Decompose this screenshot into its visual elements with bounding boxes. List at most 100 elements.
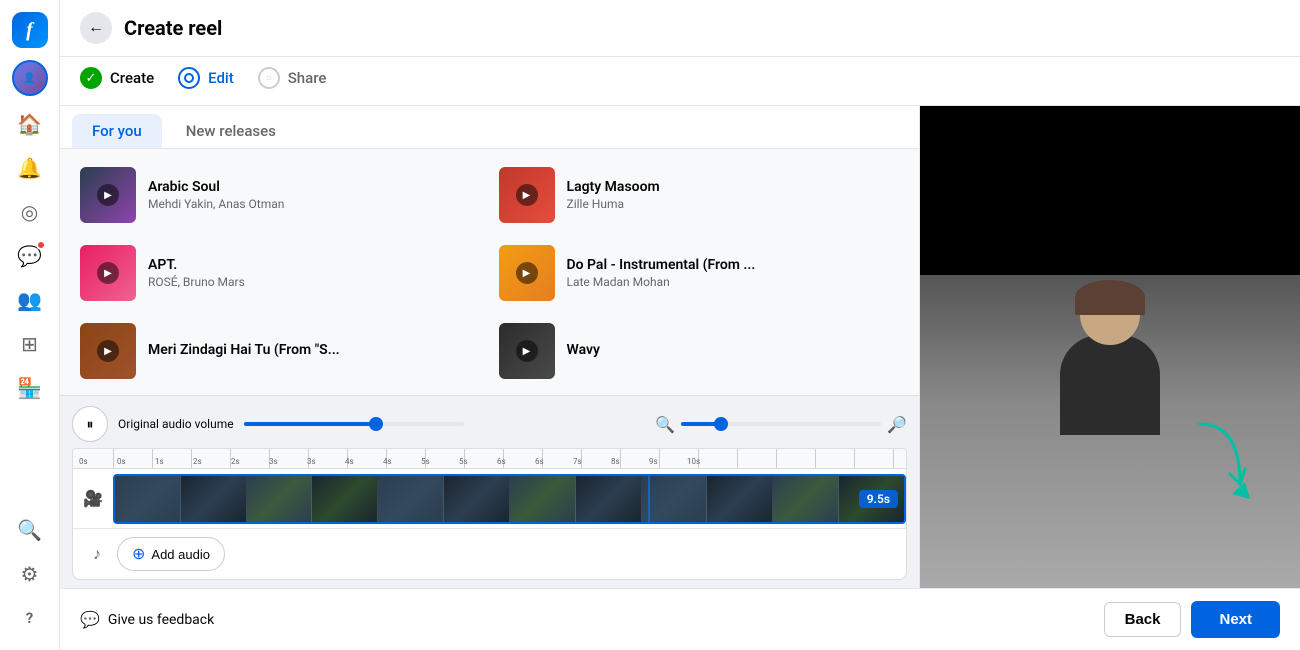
step-create-circle: ✓ [80,67,102,89]
music-item-meri-zindagi[interactable]: ▶ Meri Zindagi Hai Tu (From "S... [72,313,489,389]
timeline-tracks: 🎥 [72,468,907,580]
app-logo: f [12,12,48,48]
music-artist-do-pal: Late Madan Mohan [567,275,900,289]
footer: 💬 Give us feedback Back Next [60,588,1300,650]
music-info-do-pal: Do Pal - Instrumental (From ... Late Mad… [567,257,900,289]
film-frame-5 [378,476,444,522]
play-icon-wavy: ▶ [516,340,538,362]
feedback-button[interactable]: 💬 Give us feedback [80,610,214,629]
sidebar-item-friends[interactable]: 👥 [10,280,50,320]
music-thumb-arabic-soul: ▶ [80,167,136,223]
sidebar-item-activity[interactable]: ◎ [10,192,50,232]
sidebar-item-home[interactable]: 🏠 [10,104,50,144]
music-name-apt: APT. [148,257,481,273]
music-thumb-do-pal: ▶ [499,245,555,301]
film-frame-2 [181,476,247,522]
sidebar: f 👤 🏠 🔔 ◎ 💬 👥 ⊞ 🏪 🔍 ⚙ ? [0,0,60,650]
step-edit-label: Edit [208,69,234,87]
video-filmstrip: 9.5s [113,474,906,524]
sidebar-item-pages[interactable]: ⊞ [10,324,50,364]
music-item-wavy[interactable]: ▶ Wavy [491,313,908,389]
play-icon-meri-zindagi: ▶ [97,340,119,362]
sidebar-item-marketplace[interactable]: 🏪 [10,368,50,408]
music-info-arabic-soul: Arabic Soul Mehdi Yakin, Anas Otman [148,179,481,211]
music-panel: For you New releases ▶ Arabic Soul Mehdi… [60,106,920,588]
zoom-controls: 🔍 🔎 [655,415,907,434]
person-head [1080,285,1140,345]
header: ← Create reel [60,0,1300,57]
music-artist-apt: ROSÉ, Bruno Mars [148,275,481,289]
sidebar-item-settings[interactable]: ⚙ [10,554,50,594]
film-frame-8 [576,476,642,522]
back-nav-button[interactable]: ← [80,12,112,44]
music-info-wavy: Wavy [567,342,900,360]
pause-button[interactable]: ⏸ [72,406,108,442]
zoom-out-icon[interactable]: 🔍 [655,415,675,434]
film-frame-7 [510,476,576,522]
music-artist-arabic-soul: Mehdi Yakin, Anas Otman [148,197,481,211]
volume-fill [244,422,376,426]
footer-actions: Back Next [1104,601,1280,638]
avatar[interactable]: 👤 [12,60,48,96]
play-icon-apt: ▶ [97,262,119,284]
video-track-icon: 🎥 [73,489,113,508]
music-info-lagty-masoom: Lagty Masoom Zille Huma [567,179,900,211]
film-frame-6 [444,476,510,522]
zoom-slider[interactable] [681,422,881,426]
music-item-lagty-masoom[interactable]: ▶ Lagty Masoom Zille Huma [491,157,908,233]
page-title: Create reel [124,16,222,40]
zoom-thumb[interactable] [714,417,728,431]
sidebar-item-notifications[interactable]: 🔔 [10,148,50,188]
sidebar-item-messages[interactable]: 💬 [10,236,50,276]
film-frame-1 [115,476,181,522]
step-share: ○ Share [258,67,327,89]
play-icon-do-pal: ▶ [516,262,538,284]
music-name-meri-zindagi: Meri Zindagi Hai Tu (From "S... [148,342,481,358]
music-thumb-meri-zindagi: ▶ [80,323,136,379]
music-info-meri-zindagi: Meri Zindagi Hai Tu (From "S... [148,342,481,360]
step-create: ✓ Create [80,67,154,89]
steps-bar: ✓ Create Edit ○ Share [60,57,1300,106]
film-frame-9 [642,476,708,522]
timeline-ruler: 0s 0s 1s 2s 2s 3s 3s 4s 4s 5s 5s 6s [72,448,907,468]
video-frame [920,106,1300,588]
tab-for-you[interactable]: For you [72,114,162,148]
step-edit: Edit [178,67,234,89]
film-frame-4 [312,476,378,522]
next-button[interactable]: Next [1191,601,1280,638]
audio-track-icon: ♪ [77,544,117,564]
music-name-do-pal: Do Pal - Instrumental (From ... [567,257,900,273]
add-audio-button[interactable]: ⊕ Add audio [117,537,225,571]
music-item-do-pal[interactable]: ▶ Do Pal - Instrumental (From ... Late M… [491,235,908,311]
step-share-circle: ○ [258,67,280,89]
playhead [648,476,650,522]
music-name-arabic-soul: Arabic Soul [148,179,481,195]
tab-new-releases[interactable]: New releases [166,114,296,148]
sidebar-item-help[interactable]: ? [10,598,50,638]
volume-slider[interactable] [244,422,464,426]
video-preview [920,106,1300,588]
film-frame-3 [247,476,313,522]
main-content: ← Create reel ✓ Create Edit ○ Share For … [60,0,1300,650]
music-item-arabic-soul[interactable]: ▶ Arabic Soul Mehdi Yakin, Anas Otman [72,157,489,233]
feedback-label: Give us feedback [108,612,214,628]
music-thumb-apt: ▶ [80,245,136,301]
add-audio-icon: ⊕ [132,544,145,564]
audio-track: ♪ ⊕ Add audio [73,529,906,579]
back-button[interactable]: Back [1104,602,1182,637]
add-audio-label: Add audio [151,547,210,562]
timeline-section: ⏸ Original audio volume 🔍 🔎 [60,395,919,588]
music-thumb-lagty-masoom: ▶ [499,167,555,223]
play-icon-lagty-masoom: ▶ [516,184,538,206]
person-body [1060,335,1160,435]
step-share-label: Share [288,69,327,87]
feedback-icon: 💬 [80,610,100,629]
music-item-apt[interactable]: ▶ APT. ROSÉ, Bruno Mars [72,235,489,311]
sidebar-item-search[interactable]: 🔍 [10,510,50,550]
person-silhouette [1040,285,1180,445]
play-icon-arabic-soul: ▶ [97,184,119,206]
zoom-in-icon[interactable]: 🔎 [887,415,907,434]
music-thumb-wavy: ▶ [499,323,555,379]
music-info-apt: APT. ROSÉ, Bruno Mars [148,257,481,289]
volume-thumb[interactable] [369,417,383,431]
